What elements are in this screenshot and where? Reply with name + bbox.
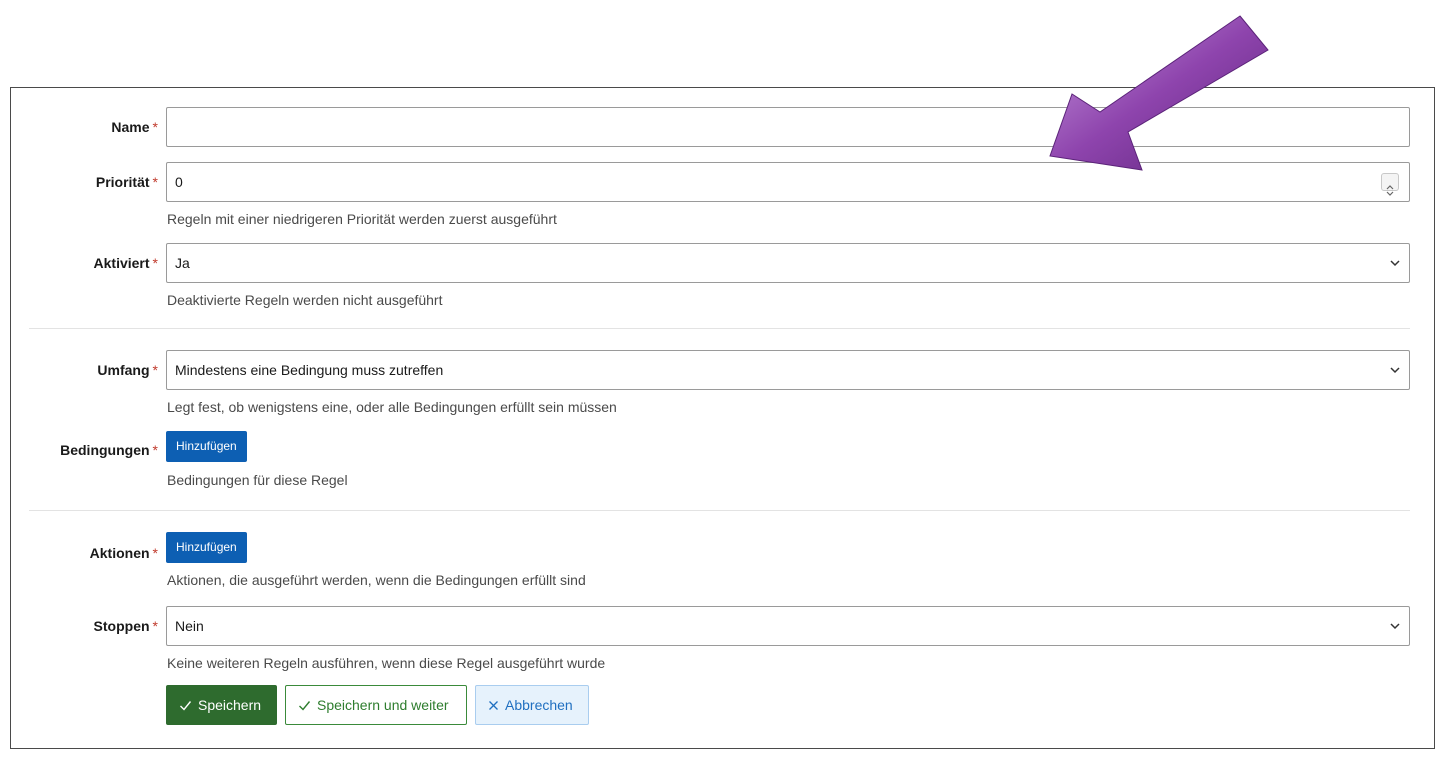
add-action-button[interactable]: Hinzufügen bbox=[166, 532, 247, 563]
save-and-continue-button[interactable]: Speichern und weiter bbox=[285, 685, 467, 725]
active-select[interactable]: Ja bbox=[166, 243, 1410, 283]
conditions-label: Bedingungen * bbox=[60, 442, 158, 458]
conditions-help: Bedingungen für diese Regel bbox=[167, 472, 348, 488]
rule-form-panel: Name * Priorität * 0 Regeln mit einer nied… bbox=[10, 87, 1435, 749]
save-and-continue-label: Speichern und weiter bbox=[317, 697, 449, 713]
stop-select[interactable]: Nein bbox=[166, 606, 1410, 646]
arrow-annotation bbox=[1049, 15, 1269, 171]
actions-label: Aktionen * bbox=[89, 545, 158, 561]
chevron-down-icon bbox=[1390, 367, 1400, 374]
number-stepper-icon[interactable] bbox=[1381, 173, 1399, 196]
active-value: Ja bbox=[175, 255, 190, 271]
scope-select[interactable]: Mindestens eine Bedingung muss zutreffen bbox=[166, 350, 1410, 390]
cancel-button[interactable]: Abbrechen bbox=[475, 685, 589, 725]
active-help: Deaktivierte Regeln werden nicht ausgefü… bbox=[167, 292, 443, 308]
name-label: Name * bbox=[111, 119, 158, 135]
check-icon bbox=[299, 700, 311, 711]
priority-label: Priorität * bbox=[95, 174, 158, 190]
section-divider bbox=[29, 328, 1410, 329]
active-label: Aktiviert * bbox=[93, 255, 158, 271]
stop-value: Nein bbox=[175, 618, 204, 634]
scope-value: Mindestens eine Bedingung muss zutreffen bbox=[175, 362, 444, 378]
cancel-label: Abbrechen bbox=[505, 697, 573, 713]
scope-help: Legt fest, ob wenigstens eine, oder alle… bbox=[167, 399, 617, 415]
stop-help: Keine weiteren Regeln ausführen, wenn di… bbox=[167, 655, 606, 671]
section-divider bbox=[29, 510, 1410, 511]
priority-value: 0 bbox=[175, 174, 183, 190]
stop-label: Stoppen * bbox=[93, 618, 158, 634]
scope-label: Umfang * bbox=[97, 362, 158, 378]
add-condition-button[interactable]: Hinzufügen bbox=[166, 431, 247, 462]
actions-help: Aktionen, die ausgeführt werden, wenn di… bbox=[167, 572, 586, 588]
save-label: Speichern bbox=[198, 697, 262, 713]
priority-help: Regeln mit einer niedrigeren Priorität w… bbox=[167, 211, 557, 227]
chevron-down-icon bbox=[1390, 623, 1400, 630]
chevron-down-icon bbox=[1390, 260, 1400, 267]
close-icon bbox=[489, 700, 498, 710]
save-button[interactable]: Speichern bbox=[166, 685, 277, 725]
check-icon bbox=[180, 700, 192, 711]
